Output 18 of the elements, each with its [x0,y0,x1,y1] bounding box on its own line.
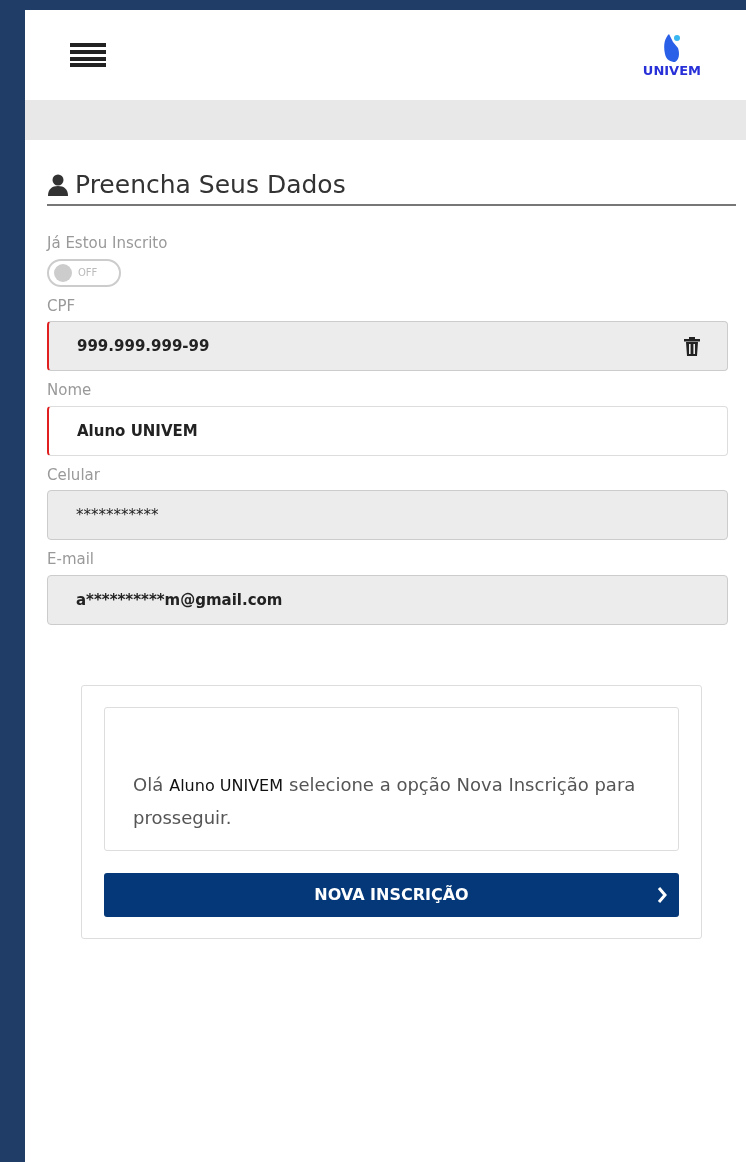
field-label: E-mail [47,549,96,570]
logo-text: UNIVEM [642,63,701,77]
user-icon [47,174,69,196]
field-label: Nome [47,380,93,401]
input-field[interactable]: a**********m@gmail.com [47,574,728,625]
menu-icon[interactable] [70,43,106,67]
chevron-right-icon [657,887,667,904]
input-field[interactable]: Aluno UNIVEM [47,405,728,456]
logo-icon [662,33,681,64]
section-title: Preencha Seus Dados [75,170,346,200]
info-message: Olá Aluno UNIVEM selecione a opção Nova Inscrição para prosseguir. [133,772,637,830]
input-field[interactable]: *********** [47,490,728,540]
toggle-label: Já Estou Inscrito [47,233,169,254]
new-registration-button[interactable]: NOVA INSCRIÇÃO [104,873,679,918]
input-field[interactable]: 999.999.999-99 [47,321,728,371]
trash-icon[interactable] [684,337,700,356]
field-label: CPF [47,295,77,317]
field-label: Celular [47,464,101,486]
